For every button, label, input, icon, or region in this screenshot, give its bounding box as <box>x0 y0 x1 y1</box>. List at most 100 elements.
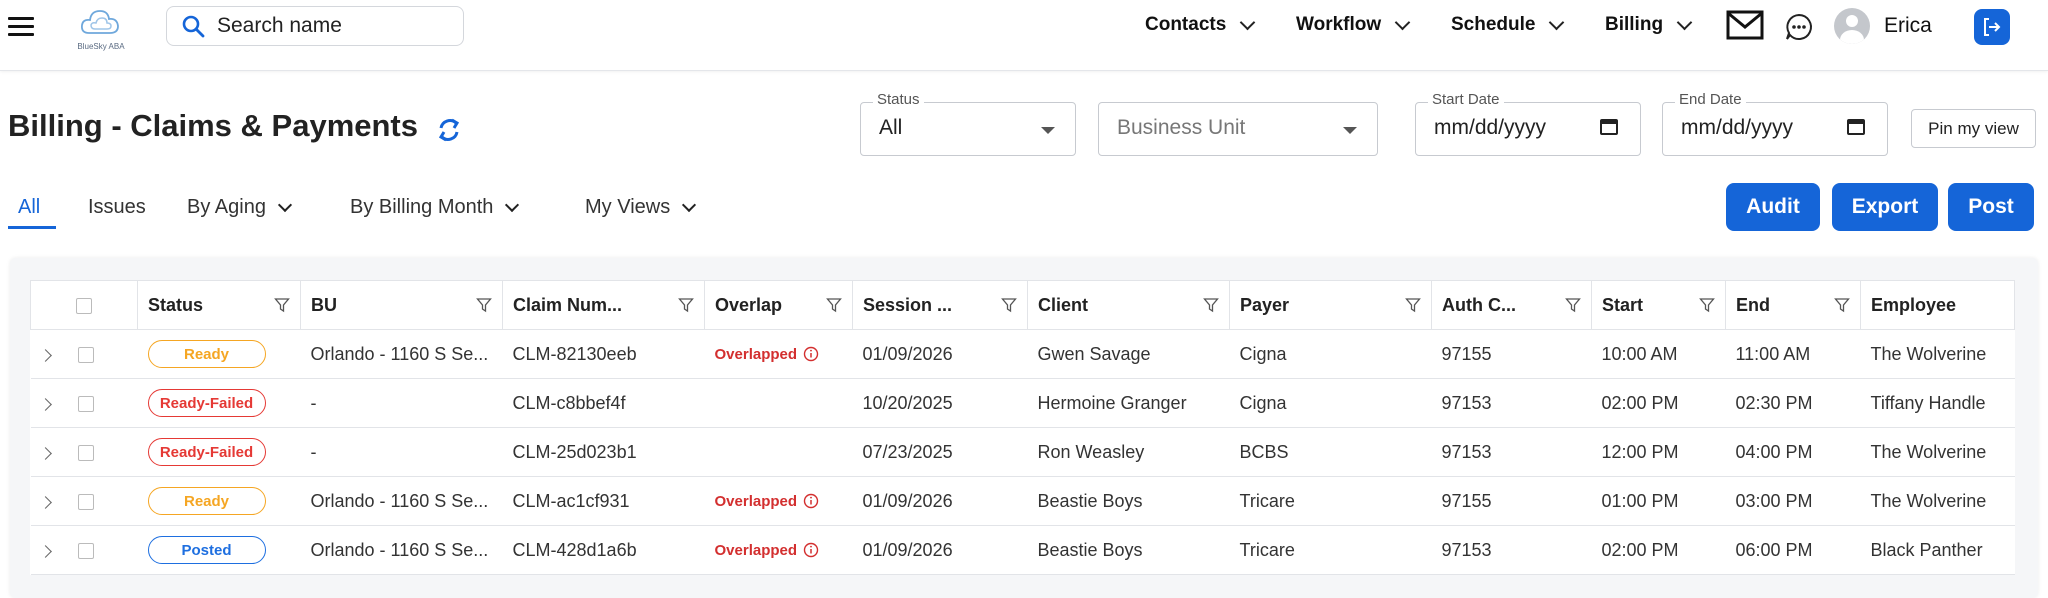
nav-contacts[interactable]: Contacts <box>1145 14 1256 36</box>
nav-billing[interactable]: Billing <box>1605 14 1693 36</box>
expand-row-icon[interactable] <box>38 495 52 509</box>
column-header[interactable]: End <box>1725 280 1861 330</box>
status-badge: Ready-Failed <box>147 389 266 417</box>
chevron-down-icon <box>1676 14 1693 30</box>
row-checkbox[interactable] <box>77 542 94 559</box>
filter-icon[interactable] <box>1405 297 1421 313</box>
calendar-icon[interactable] <box>1847 119 1865 135</box>
table-row[interactable]: Ready Orlando - 1160 S Se... CLM-ac1cf931 O… <box>30 476 2015 526</box>
row-checkbox[interactable] <box>77 346 94 363</box>
column-header[interactable]: Auth C... <box>1431 280 1592 330</box>
export-button[interactable]: Export <box>1832 183 1938 231</box>
column-header-label: BU <box>311 294 337 315</box>
expand-row-icon[interactable] <box>38 397 52 411</box>
chevron-down-icon <box>1240 14 1256 30</box>
tab-label: By Billing Month <box>350 196 494 218</box>
pin-my-view-button[interactable]: Pin my view <box>1911 109 2036 148</box>
column-header[interactable]: Start <box>1591 280 1726 330</box>
expand-row-icon[interactable] <box>38 446 52 460</box>
auth-value: 97155 <box>1441 490 1492 511</box>
refresh-icon[interactable] <box>434 115 464 145</box>
column-header-label: Employee <box>1871 294 1957 315</box>
employee-value: The Wolverine <box>1870 441 1987 462</box>
filter-icon[interactable] <box>1565 297 1581 313</box>
bu-value: Orlando - 1160 S Se... <box>310 490 489 511</box>
info-icon[interactable] <box>803 542 819 558</box>
menu-icon[interactable] <box>8 17 34 37</box>
filter-icon[interactable] <box>1699 297 1715 313</box>
column-header[interactable]: Payer <box>1229 280 1432 330</box>
table-row[interactable]: Ready-Failed - CLM-25d023b1 07/23/2025 Ron W… <box>30 427 2015 477</box>
row-controls <box>30 525 138 575</box>
claim-value[interactable]: CLM-25d023b1 <box>513 442 637 462</box>
employee-cell: The Wolverine <box>1860 329 2015 379</box>
filter-icon[interactable] <box>826 297 842 313</box>
employee-cell: Tiffany Handle <box>1860 378 2015 428</box>
row-checkbox[interactable] <box>77 395 94 412</box>
select-all-checkbox[interactable] <box>76 297 92 314</box>
bu-value: Orlando - 1160 S Se... <box>310 539 489 560</box>
info-icon[interactable] <box>803 346 819 362</box>
calendar-icon[interactable] <box>1600 119 1618 135</box>
logo-text: BlueSky ABA <box>77 42 125 51</box>
audit-button[interactable]: Audit <box>1726 183 1820 231</box>
tab-my-views[interactable]: My Views <box>585 196 697 219</box>
chevron-down-icon <box>505 197 520 212</box>
filter-icon[interactable] <box>1001 297 1017 313</box>
active-tab-indicator <box>8 226 56 229</box>
claim-value[interactable]: CLM-c8bbef4f <box>513 393 626 413</box>
auth-value: 97155 <box>1441 343 1492 364</box>
start-date-field[interactable]: Start Date mm/dd/yyyy <box>1415 91 1641 156</box>
column-header-label: End <box>1736 294 1770 315</box>
user-avatar-icon[interactable] <box>1834 8 1870 44</box>
filter-icon[interactable] <box>476 297 492 313</box>
column-header[interactable]: Session ... <box>852 280 1028 330</box>
column-header[interactable]: Status <box>137 280 301 330</box>
start-date-label: Start Date <box>1428 91 1504 108</box>
business-unit-select[interactable]: Business Unit <box>1098 102 1378 156</box>
claim-value[interactable]: CLM-ac1cf931 <box>513 491 630 511</box>
nav-workflow[interactable]: Workflow <box>1296 14 1411 36</box>
column-header[interactable]: BU <box>300 280 503 330</box>
mail-icon[interactable] <box>1726 10 1764 40</box>
status-badge: Ready-Failed <box>147 438 266 466</box>
table-row[interactable]: Ready-Failed - CLM-c8bbef4f 10/20/2025 Hermo… <box>30 378 2015 428</box>
column-header[interactable]: Client <box>1027 280 1230 330</box>
post-button[interactable]: Post <box>1948 183 2034 231</box>
claim-value[interactable]: CLM-428d1a6b <box>513 540 637 560</box>
column-header[interactable]: Claim Num... <box>502 280 705 330</box>
tab-all[interactable]: All <box>18 196 40 219</box>
filter-icon[interactable] <box>274 297 290 313</box>
column-header[interactable]: Employee <box>1860 280 2015 330</box>
info-icon[interactable] <box>803 493 819 509</box>
row-checkbox[interactable] <box>77 444 94 461</box>
filter-icon[interactable] <box>678 297 694 313</box>
filter-icon[interactable] <box>1203 297 1219 313</box>
chat-icon[interactable] <box>1784 12 1814 42</box>
tab-issues[interactable]: Issues <box>88 196 146 219</box>
logout-button[interactable] <box>1974 9 2010 45</box>
end-date-field[interactable]: End Date mm/dd/yyyy <box>1662 91 1888 156</box>
end-cell: 02:30 PM <box>1725 378 1861 428</box>
table-row[interactable]: Posted Orlando - 1160 S Se... CLM-428d1a6b… <box>30 525 2015 575</box>
search-input[interactable] <box>215 13 449 39</box>
column-header[interactable]: Overlap <box>704 280 853 330</box>
table-row[interactable]: Ready Orlando - 1160 S Se... CLM-82130eeb O… <box>30 329 2015 379</box>
expand-row-icon[interactable] <box>38 348 52 362</box>
filter-icon[interactable] <box>1834 297 1850 313</box>
expand-row-icon[interactable] <box>38 544 52 558</box>
nav-schedule[interactable]: Schedule <box>1451 14 1565 36</box>
row-checkbox[interactable] <box>77 493 94 510</box>
tab-by-billing-month[interactable]: By Billing Month <box>350 196 520 219</box>
app-logo[interactable]: BlueSky ABA <box>70 5 132 51</box>
user-name[interactable]: Erica <box>1884 14 1932 38</box>
claim-value[interactable]: CLM-82130eeb <box>513 344 637 364</box>
overlap-label: Overlapped <box>714 541 798 559</box>
start-value: 02:00 PM <box>1601 392 1679 413</box>
payer-value: Cigna <box>1239 343 1287 364</box>
status-select[interactable]: Status All <box>860 91 1076 156</box>
session-value: 01/09/2026 <box>862 343 953 364</box>
column-header-inner: Auth C... <box>1442 295 1581 316</box>
search-box[interactable] <box>166 6 464 46</box>
tab-by-aging[interactable]: By Aging <box>187 196 293 219</box>
